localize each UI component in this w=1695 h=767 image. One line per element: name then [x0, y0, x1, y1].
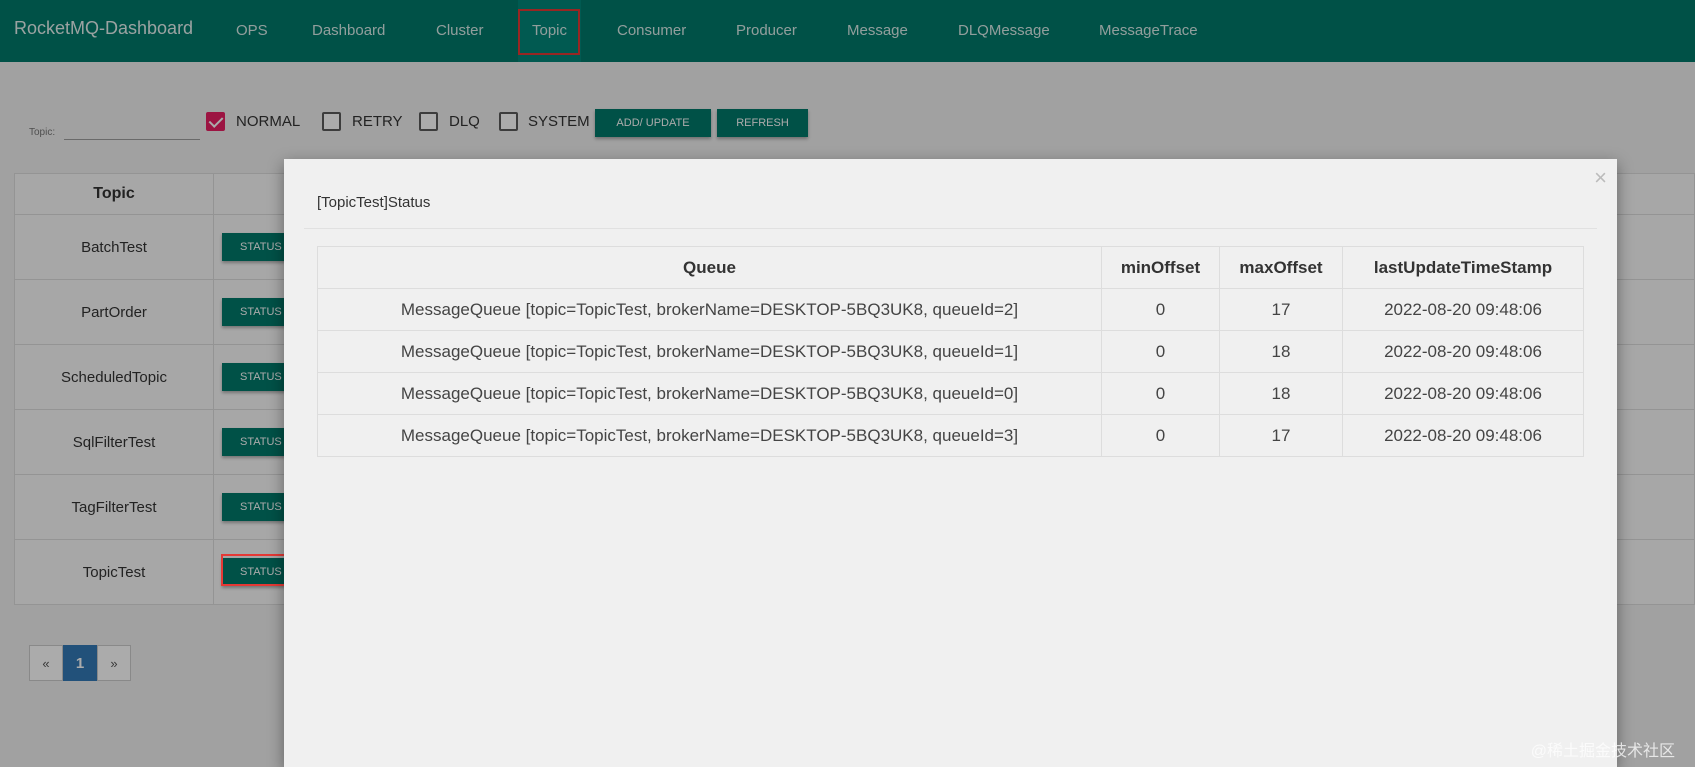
minoffset-cell: 0: [1101, 330, 1220, 373]
topic-status-modal: × [TopicTest]Status Queue minOffset maxO…: [284, 159, 1617, 767]
queue-cell: MessageQueue [topic=TopicTest, brokerNam…: [317, 414, 1102, 457]
watermark: @稀土掘金技术社区: [1530, 743, 1675, 760]
minoffset-cell: 0: [1101, 414, 1220, 457]
minoffset-cell: 0: [1101, 288, 1220, 331]
timestamp-cell: 2022-08-20 09:48:06: [1342, 414, 1584, 457]
table-row: MessageQueue [topic=TopicTest, brokerNam…: [317, 288, 1584, 331]
maxoffset-column-header: maxOffset: [1219, 246, 1343, 289]
modal-divider: [304, 228, 1597, 229]
timestamp-cell: 2022-08-20 09:48:06: [1342, 372, 1584, 415]
table-row: MessageQueue [topic=TopicTest, brokerNam…: [317, 372, 1584, 415]
table-row: MessageQueue [topic=TopicTest, brokerNam…: [317, 414, 1584, 457]
maxoffset-cell: 18: [1219, 330, 1343, 373]
maxoffset-cell: 18: [1219, 372, 1343, 415]
queue-cell: MessageQueue [topic=TopicTest, brokerNam…: [317, 288, 1102, 331]
lastupdate-column-header: lastUpdateTimeStamp: [1342, 246, 1584, 289]
minoffset-cell: 0: [1101, 372, 1220, 415]
maxoffset-cell: 17: [1219, 414, 1343, 457]
queue-cell: MessageQueue [topic=TopicTest, brokerNam…: [317, 330, 1102, 373]
queue-cell: MessageQueue [topic=TopicTest, brokerNam…: [317, 372, 1102, 415]
timestamp-cell: 2022-08-20 09:48:06: [1342, 288, 1584, 331]
timestamp-cell: 2022-08-20 09:48:06: [1342, 330, 1584, 373]
table-row: MessageQueue [topic=TopicTest, brokerNam…: [317, 330, 1584, 373]
modal-title: [TopicTest]Status: [317, 194, 431, 211]
close-icon[interactable]: ×: [1594, 165, 1607, 191]
queue-column-header: Queue: [317, 246, 1102, 289]
maxoffset-cell: 17: [1219, 288, 1343, 331]
queue-status-table: Queue minOffset maxOffset lastUpdateTime…: [317, 246, 1584, 457]
minoffset-column-header: minOffset: [1101, 246, 1220, 289]
